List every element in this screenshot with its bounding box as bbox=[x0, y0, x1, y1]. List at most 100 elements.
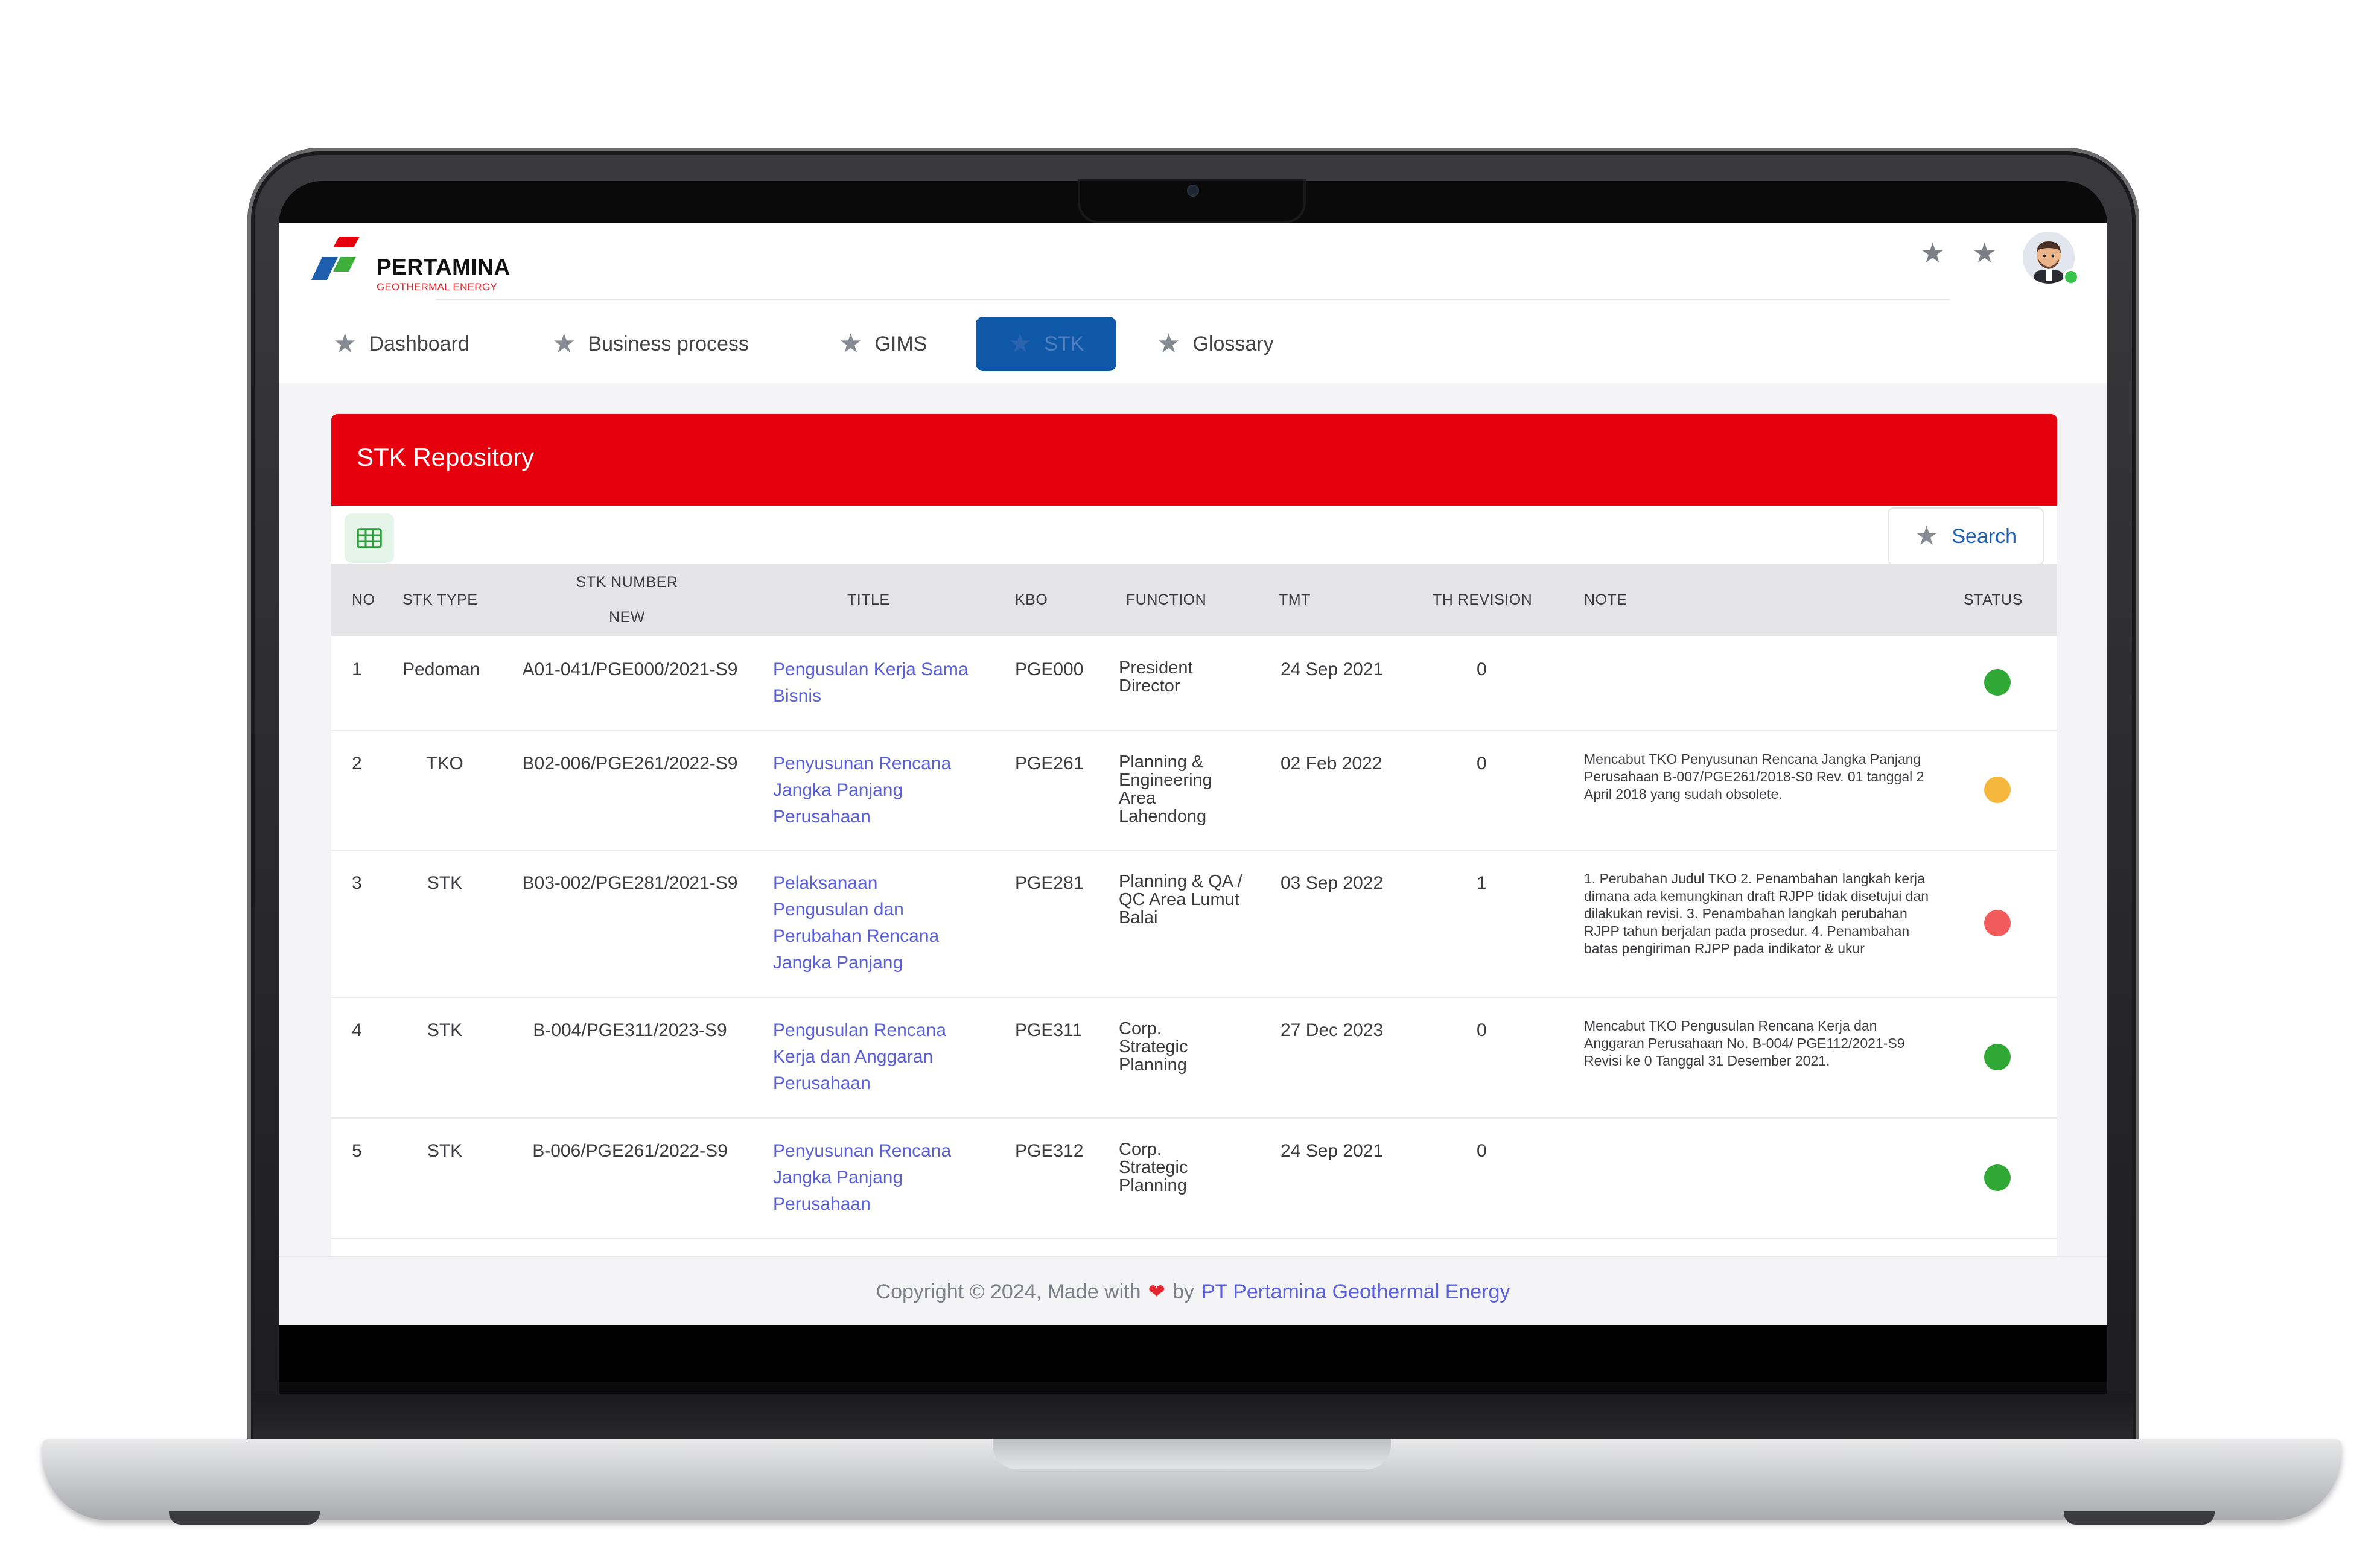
laptop-foot-right bbox=[2064, 1511, 2215, 1525]
cell-tmt: 02 Feb 2022 bbox=[1281, 754, 1382, 774]
column-header-function[interactable]: FUNCTION bbox=[1126, 564, 1206, 636]
cell-th-revision: 0 bbox=[1477, 754, 1487, 774]
cell-th-revision: 0 bbox=[1477, 659, 1487, 679]
cell-function: Planning & QA / QC Area Lumut Balai bbox=[1119, 872, 1242, 927]
brand-name: PERTAMINA bbox=[377, 255, 511, 279]
footer-by: by bbox=[1172, 1280, 1194, 1303]
cell-note: 1. Perubahan Judul TKO 2. Penambahan lan… bbox=[1584, 871, 1929, 956]
cell-stk-number: B-004/PGE311/2023-S9 bbox=[533, 1020, 727, 1040]
cell-title-link[interactable]: Penyusunan Rencana Jangka Panjang Perusa… bbox=[773, 1138, 972, 1218]
app-footer: Copyright © 2024, Made with ❤ by PT Pert… bbox=[279, 1256, 2107, 1325]
nav-item-label: Business process bbox=[588, 332, 749, 355]
column-header-status[interactable]: STATUS bbox=[1964, 564, 2023, 636]
cell-stk-number: B03-002/PGE281/2021-S9 bbox=[522, 873, 738, 893]
table-row[interactable]: 3 STK B03-002/PGE281/2021-S9 Pelaksanaan… bbox=[331, 850, 2057, 998]
cell-tmt: 24 Sep 2021 bbox=[1281, 659, 1384, 679]
header-divider bbox=[436, 299, 1950, 300]
heart-icon: ❤ bbox=[1148, 1280, 1166, 1303]
status-indicator-yellow bbox=[1984, 777, 2011, 803]
star-icon[interactable]: ★ bbox=[1972, 239, 2000, 267]
nav-item-glossary[interactable]: ★ Glossary bbox=[1157, 317, 1274, 371]
cell-title-link[interactable]: Pelaksanaan Pengusulan dan Perubahan Ren… bbox=[773, 870, 966, 976]
cell-kbo: PGE000 bbox=[1015, 659, 1084, 679]
star-icon: ★ bbox=[839, 329, 863, 358]
nav-item-label: Glossary bbox=[1192, 332, 1274, 355]
star-icon: ★ bbox=[1008, 329, 1032, 358]
pertamina-logo[interactable]: PERTAMINA GEOTHERMAL ENERGY bbox=[309, 232, 550, 298]
star-icon: ★ bbox=[552, 329, 576, 358]
table-header: NO STK TYPE STK NUMBER NEW TITLE KBO FUN… bbox=[331, 564, 2057, 636]
column-header-tmt[interactable]: TMT bbox=[1279, 564, 1311, 636]
laptop-foot-left bbox=[169, 1511, 320, 1525]
cell-stk-type: TKO bbox=[426, 754, 463, 774]
cell-title-link[interactable]: Pengusulan Rencana Kerja dan Anggaran Pe… bbox=[773, 1017, 972, 1097]
cell-tmt: 24 Sep 2021 bbox=[1281, 1141, 1384, 1161]
cell-no: 5 bbox=[352, 1141, 362, 1161]
cell-stk-number: B02-006/PGE261/2022-S9 bbox=[522, 754, 738, 774]
cell-th-revision: 0 bbox=[1477, 1020, 1487, 1040]
nav-item-label: STK bbox=[1044, 332, 1084, 355]
cell-kbo: PGE281 bbox=[1015, 873, 1084, 893]
cell-stk-number: B-006/PGE261/2022-S9 bbox=[532, 1141, 728, 1161]
cell-function: Corp. Strategic Planning bbox=[1119, 1019, 1188, 1075]
footer-copyright: Copyright © 2024, Made with bbox=[876, 1280, 1141, 1303]
cell-note: Mencabut TKO Pengusulan Rencana Kerja da… bbox=[1584, 1018, 1905, 1069]
nav-item-business-process[interactable]: ★ Business process bbox=[552, 317, 749, 371]
star-icon: ★ bbox=[1914, 521, 1939, 551]
status-indicator-green bbox=[1984, 669, 2011, 696]
laptop-hinge bbox=[253, 1394, 2133, 1442]
card-header: STK Repository bbox=[331, 414, 2057, 506]
status-indicator-green bbox=[1984, 1044, 2011, 1070]
camera-icon bbox=[1187, 185, 1199, 197]
cell-no: 1 bbox=[352, 659, 362, 679]
table-row[interactable]: 4 STK B-004/PGE311/2023-S9 Pengusulan Re… bbox=[331, 997, 2057, 1119]
grid-view-button[interactable] bbox=[345, 513, 394, 563]
cell-title-link[interactable]: Penyusunan Rencana Jangka Panjang Perusa… bbox=[773, 751, 972, 830]
cell-no: 4 bbox=[352, 1020, 362, 1040]
nav-item-stk[interactable]: ★ STK bbox=[976, 317, 1116, 371]
nav-item-gims[interactable]: ★ GIMS bbox=[839, 317, 927, 371]
cell-tmt: 27 Dec 2023 bbox=[1281, 1020, 1384, 1040]
column-header-kbo[interactable]: KBO bbox=[1015, 564, 1048, 636]
status-indicator-red bbox=[1984, 910, 2011, 936]
status-indicator-green bbox=[1984, 1164, 2011, 1191]
cell-title-link[interactable]: Pengusulan Kerja Sama Bisnis bbox=[773, 656, 990, 710]
column-header-th-revision[interactable]: TH REVISION bbox=[1433, 564, 1532, 636]
column-header-title[interactable]: TITLE bbox=[847, 564, 890, 636]
nav-item-label: Dashboard bbox=[369, 332, 469, 355]
pertamina-logo-mark bbox=[311, 237, 360, 280]
star-icon[interactable]: ★ bbox=[1920, 239, 1948, 267]
column-header-note[interactable]: NOTE bbox=[1584, 564, 1627, 636]
column-header-stk-type[interactable]: STK TYPE bbox=[402, 564, 477, 636]
column-header-stk-number[interactable]: STK NUMBER NEW bbox=[573, 564, 681, 636]
table-row[interactable]: 2 TKO B02-006/PGE261/2022-S9 Penyusunan … bbox=[331, 730, 2057, 851]
app-header: PERTAMINA GEOTHERMAL ENERGY ★ ★ ★ Dashbo… bbox=[279, 223, 2107, 383]
search-button-label: Search bbox=[1952, 524, 2017, 548]
table-row[interactable]: 5 STK B-006/PGE261/2022-S9 Penyusunan Re… bbox=[331, 1117, 2057, 1239]
main-nav: ★ Dashboard ★ Business process ★ GIMS ★ … bbox=[279, 317, 2107, 371]
footer-company-link[interactable]: PT Pertamina Geothermal Energy bbox=[1201, 1280, 1510, 1304]
cell-kbo: PGE311 bbox=[1015, 1020, 1083, 1040]
cell-kbo: PGE312 bbox=[1015, 1141, 1084, 1161]
column-header-no[interactable]: NO bbox=[352, 564, 375, 636]
star-icon: ★ bbox=[1157, 329, 1181, 358]
column-header-stk-number-label: STK NUMBER bbox=[576, 574, 678, 591]
table-row[interactable]: 1 Pedoman A01-041/PGE000/2021-S9 Pengusu… bbox=[331, 636, 2057, 731]
column-header-stk-number-sub: NEW bbox=[609, 609, 645, 626]
card-title: STK Repository bbox=[357, 443, 535, 471]
cell-stk-number: A01-041/PGE000/2021-S9 bbox=[522, 659, 738, 679]
cell-tmt: 03 Sep 2022 bbox=[1281, 873, 1384, 893]
nav-item-label: GIMS bbox=[874, 332, 928, 355]
cell-function: Planning & Engineering Area Lahendong bbox=[1119, 752, 1212, 826]
stk-repository-card: STK Repository ★ Search NO STK TYPE STK … bbox=[331, 414, 2057, 1325]
laptop-opening-notch bbox=[993, 1439, 1391, 1469]
cell-no: 2 bbox=[352, 754, 362, 774]
cell-stk-type: STK bbox=[427, 1020, 463, 1040]
brand-subtitle: GEOTHERMAL ENERGY bbox=[377, 281, 498, 293]
nav-item-dashboard[interactable]: ★ Dashboard bbox=[333, 317, 469, 371]
grid-icon bbox=[357, 528, 382, 548]
cell-function: President Director bbox=[1119, 658, 1193, 696]
search-button[interactable]: ★ Search bbox=[1888, 507, 2044, 565]
app-screen: PERTAMINA GEOTHERMAL ENERGY ★ ★ ★ Dashbo… bbox=[279, 223, 2107, 1325]
online-status-indicator bbox=[2063, 269, 2079, 285]
